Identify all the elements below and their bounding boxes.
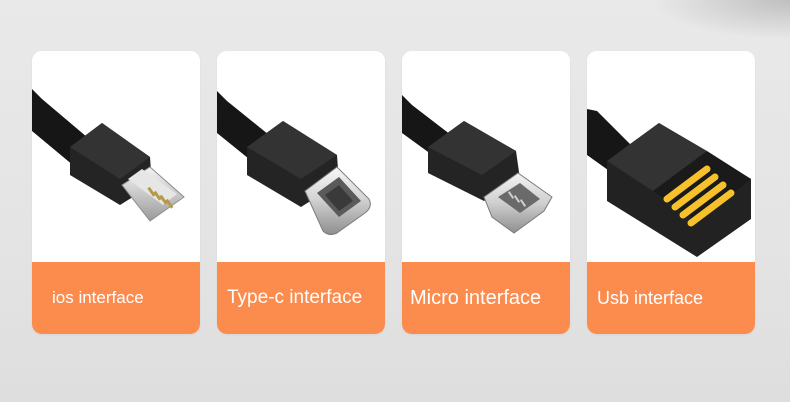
card-label: Type-c interface bbox=[227, 287, 363, 308]
label-bar: Micro interface bbox=[402, 262, 570, 334]
product-card-type-c: Type-c interface bbox=[217, 51, 385, 334]
product-card-ios: ios interface bbox=[32, 51, 200, 334]
card-label: ios interface bbox=[52, 288, 144, 307]
card-label: Usb interface bbox=[597, 288, 704, 308]
lightning-connector-image bbox=[32, 51, 200, 262]
micro-usb-connector-image bbox=[402, 51, 570, 262]
usb-c-connector-image bbox=[217, 51, 385, 262]
usb-c-connector-icon bbox=[217, 91, 371, 236]
label-bar: Usb interface bbox=[587, 262, 755, 334]
product-card-micro: Micro interface bbox=[402, 51, 570, 334]
card-label: Micro interface bbox=[410, 287, 542, 309]
label-bar: ios interface bbox=[32, 262, 200, 334]
usb-a-connector-icon bbox=[587, 109, 751, 257]
product-card-usb: Usb interface bbox=[587, 51, 755, 334]
background-shadow bbox=[650, 0, 790, 40]
usb-a-connector-image bbox=[587, 51, 755, 262]
label-bar: Type-c interface bbox=[217, 262, 385, 334]
micro-usb-connector-icon bbox=[402, 95, 553, 234]
lightning-connector-icon bbox=[32, 89, 185, 222]
